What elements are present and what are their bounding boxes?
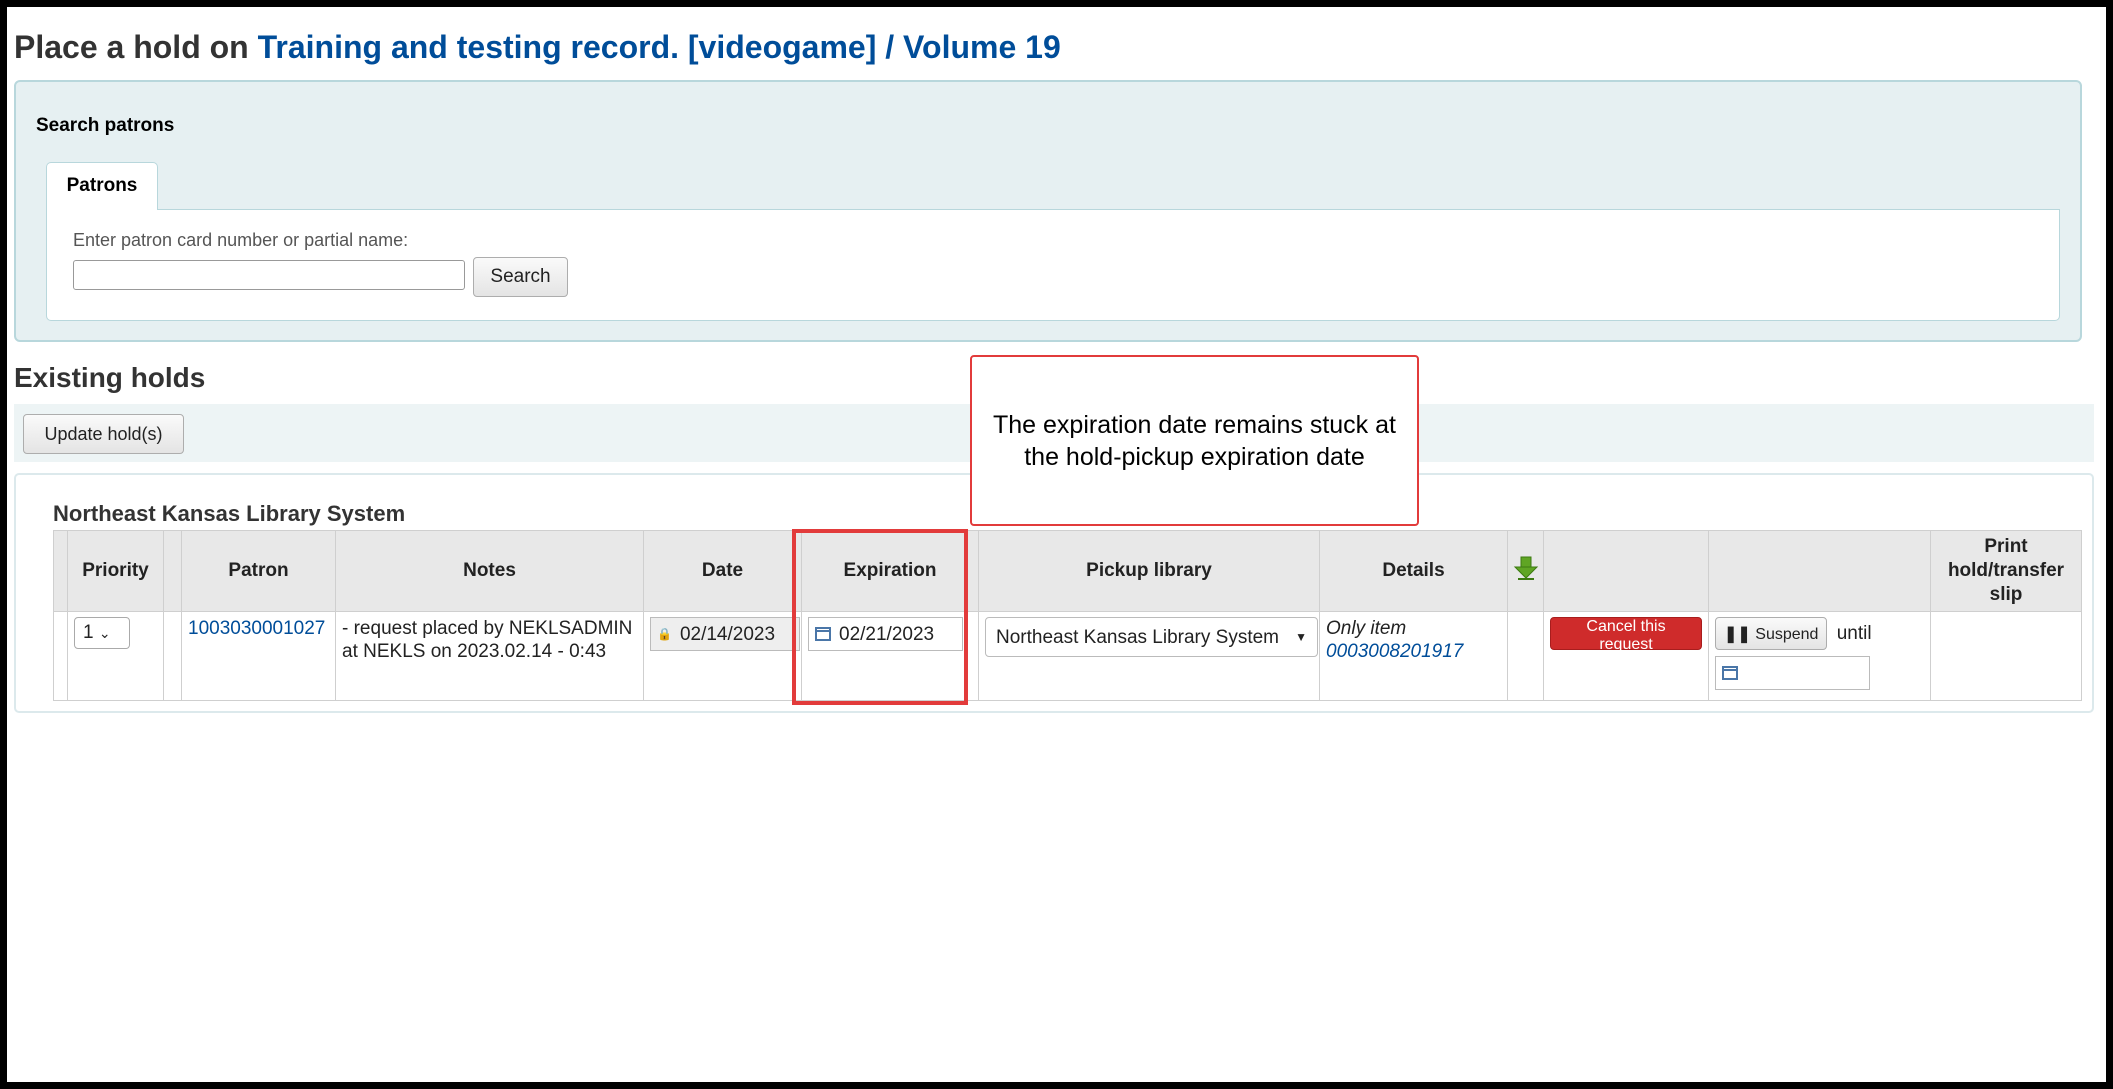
hold-date-value: 02/14/2023 — [679, 623, 776, 645]
patron-search-label: Enter patron card number or partial name… — [73, 230, 409, 250]
expiration-date-field[interactable]: 02/21/2023 — [808, 617, 963, 651]
drag-header — [53, 530, 68, 612]
item-barcode-link[interactable]: 0003008201917 — [1326, 641, 1463, 662]
search-button[interactable]: Search — [473, 257, 568, 297]
branch-heading: Northeast Kansas Library System — [53, 501, 406, 526]
update-holds-button[interactable]: Update hold(s) — [23, 414, 184, 454]
cancel-request-button[interactable]: Cancel this request — [1550, 617, 1702, 653]
blank-header — [163, 530, 182, 612]
patrons-tab-body: Enter patron card number or partial name… — [46, 209, 2060, 321]
patron-search-input[interactable] — [73, 260, 465, 290]
record-title-link[interactable]: Training and testing record. [videogame]… — [258, 29, 1061, 65]
down-arrow-icon[interactable] — [1513, 555, 1539, 581]
print-slip-header: Print hold/transfer slip — [1930, 530, 2082, 612]
cancel-cell: Cancel this request — [1543, 611, 1709, 701]
hold-date-field: 🔒 02/14/2023 — [650, 617, 800, 651]
date-cell: 🔒 02/14/2023 — [643, 611, 802, 701]
dropdown-arrow-icon: ▼ — [1295, 629, 1307, 644]
priority-cell: 1 ⌄ — [67, 611, 164, 701]
move-cell — [1507, 611, 1544, 701]
suspend-button[interactable]: ❚❚ Suspend — [1715, 617, 1828, 650]
table-row: 1 ⌄ 1003030001027 - request placed by NE… — [53, 611, 2082, 701]
chevron-down-icon: ⌄ — [98, 625, 111, 641]
blank-cell — [163, 611, 182, 701]
priority-value: 1 — [83, 622, 94, 643]
priority-header: Priority — [67, 530, 164, 612]
expiration-date-value: 02/21/2023 — [839, 623, 935, 645]
pickup-library-header: Pickup library — [978, 530, 1320, 612]
calendar-icon[interactable] — [815, 627, 831, 641]
calendar-icon[interactable] — [1722, 666, 1738, 680]
patron-cell: 1003030001027 — [181, 611, 336, 701]
page-title-prefix: Place a hold on — [14, 29, 258, 65]
suspend-until-label: until — [1836, 622, 1872, 644]
details-header: Details — [1319, 530, 1508, 612]
holds-table: Priority Patron Notes Date Expiration Pi… — [53, 530, 2082, 701]
expiration-header: Expiration — [801, 530, 979, 612]
print-slip-cell — [1930, 611, 2082, 701]
details-cell: Only item 0003008201917 — [1319, 611, 1508, 701]
priority-select[interactable]: 1 ⌄ — [74, 617, 130, 649]
holds-header-row: Priority Patron Notes Date Expiration Pi… — [53, 530, 2082, 612]
drag-cell — [53, 611, 68, 701]
patron-link[interactable]: 1003030001027 — [188, 618, 325, 639]
existing-holds-heading: Existing holds — [14, 362, 206, 393]
suspend-cell: ❚❚ Suspend until — [1708, 611, 1931, 701]
cancel-header — [1543, 530, 1709, 612]
lock-icon: 🔒 — [657, 626, 672, 641]
pause-icon: ❚❚ — [1724, 625, 1751, 643]
notes-cell: - request placed by NEKLSADMIN at NEKLS … — [335, 611, 644, 701]
notes-header: Notes — [335, 530, 644, 612]
date-header: Date — [643, 530, 802, 612]
pickup-library-select[interactable]: Northeast Kansas Library System ▼ — [985, 617, 1318, 657]
patron-header: Patron — [181, 530, 336, 612]
details-label: Only item — [1326, 618, 1407, 639]
suspend-label: Suspend — [1755, 625, 1819, 643]
move-to-bottom-header[interactable] — [1507, 530, 1544, 612]
search-patrons-panel: Search patrons Patrons Enter patron card… — [14, 80, 2082, 342]
page-title: Place a hold on Training and testing rec… — [14, 29, 1061, 66]
annotation-callout: The expiration date remains stuck at the… — [970, 355, 1419, 526]
pickup-library-value: Northeast Kansas Library System — [996, 626, 1280, 648]
search-patrons-legend: Search patrons — [36, 115, 175, 136]
pickup-library-cell: Northeast Kansas Library System ▼ — [978, 611, 1320, 701]
suspend-header — [1708, 530, 1931, 612]
suspend-until-date-field[interactable] — [1715, 656, 1870, 690]
tab-patrons[interactable]: Patrons — [46, 162, 158, 210]
expiration-cell: 02/21/2023 — [801, 611, 979, 701]
